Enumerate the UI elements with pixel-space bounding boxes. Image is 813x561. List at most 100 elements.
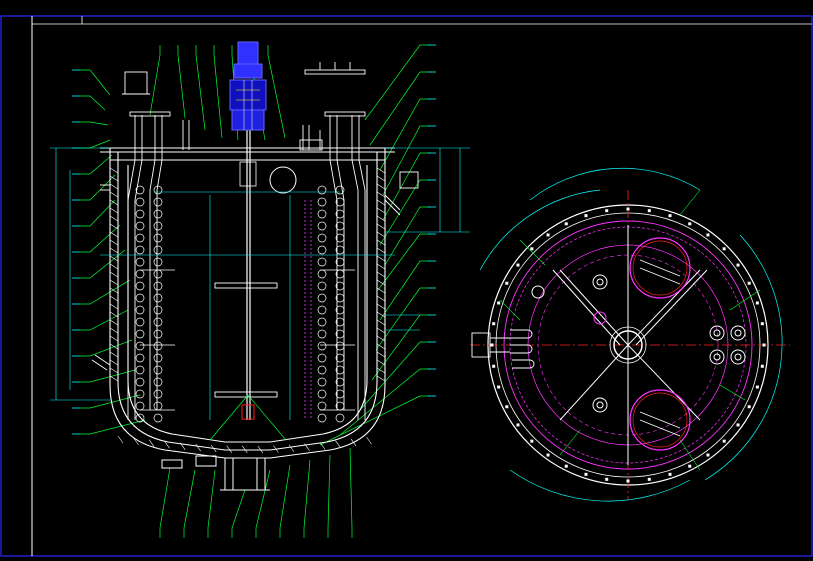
leader-line (499, 299, 521, 321)
coil-turn (153, 185, 163, 195)
leader-line (207, 469, 216, 538)
coil-turn (317, 305, 327, 315)
coil-turn (135, 257, 145, 267)
coil-turn (317, 185, 327, 195)
leader-line (729, 289, 761, 311)
leader-line (80, 154, 113, 175)
coil-turn (135, 341, 145, 351)
leader-line (384, 206, 430, 266)
coil-turn (153, 197, 163, 207)
bolt-hole (747, 405, 751, 409)
leader-line (159, 467, 171, 538)
coil-turn (135, 401, 145, 411)
leader-line (195, 45, 206, 131)
cad-drawing (0, 0, 813, 557)
front-section-view (50, 41, 470, 538)
bolt-hole (584, 214, 588, 218)
coil-turn (317, 245, 327, 255)
coil-turn (317, 257, 327, 267)
bolt-hole (647, 477, 651, 481)
coil-turn (135, 317, 145, 327)
bolt-hole (736, 263, 740, 267)
bolt-hole (497, 301, 501, 305)
coil-turn (135, 353, 145, 363)
bolt-hole (564, 222, 568, 226)
leader-line (80, 121, 109, 126)
bolt-hole (736, 423, 740, 427)
drawing-frame (0, 15, 813, 557)
bolt-hole (647, 209, 651, 213)
bolt-hole (530, 247, 534, 251)
bolt-hole (492, 322, 496, 326)
bolt-hole (505, 405, 509, 409)
coil-turn (317, 293, 327, 303)
bolt-hole (546, 233, 550, 237)
coil-turn (153, 341, 163, 351)
bolt-hole (626, 479, 630, 483)
bolt-hole (722, 247, 726, 251)
bolt-hole (564, 464, 568, 468)
leader-line (349, 447, 353, 538)
leader-line (177, 45, 186, 119)
bolt-hole (546, 453, 550, 457)
coil-turn (153, 269, 163, 279)
leader-line (80, 309, 129, 331)
coil-turn (135, 293, 145, 303)
coil-turn (153, 245, 163, 255)
coil-turn (317, 413, 327, 423)
leader-line (80, 279, 131, 305)
bolt-hole (760, 322, 764, 326)
leader-line (80, 95, 106, 111)
leader-line (267, 45, 286, 139)
leader-line (231, 489, 246, 538)
bolt-hole (626, 207, 630, 211)
coil-turn (153, 389, 163, 399)
coil-turn (135, 365, 145, 375)
coil-turn (317, 209, 327, 219)
coil-turn (135, 377, 145, 387)
dimension-lines (50, 147, 470, 420)
coil-turn (153, 413, 163, 423)
coil-turn (153, 353, 163, 363)
leader-line (303, 459, 311, 538)
coil-turn (135, 305, 145, 315)
leader-line (679, 189, 701, 216)
bolt-hole (505, 281, 509, 285)
bolt-hole (490, 343, 494, 347)
coil-turn (153, 233, 163, 243)
leader-line (80, 139, 111, 149)
coil-turn (317, 401, 327, 411)
manhole-icon (629, 237, 691, 451)
leader-line (80, 369, 136, 383)
coil-turn (317, 341, 327, 351)
leader-line (255, 469, 271, 538)
coil-turn (317, 197, 327, 207)
coil-turn (317, 365, 327, 375)
coil-turn (135, 209, 145, 219)
coil-turn (135, 197, 145, 207)
coil-turn (135, 221, 145, 231)
top-view (470, 167, 790, 502)
coil-turn (153, 293, 163, 303)
coil-turn (153, 317, 163, 327)
magenta-pipe (304, 200, 312, 420)
bolt-hole (762, 343, 766, 347)
coil-turn (153, 365, 163, 375)
nozzle-icon (91, 171, 419, 371)
leader-line (377, 233, 430, 291)
leader-line (379, 260, 430, 321)
coil-turn (317, 353, 327, 363)
coil-turn (317, 269, 327, 279)
coil-turn (153, 209, 163, 219)
bolt-hole (688, 464, 692, 468)
leader-line (80, 339, 133, 357)
leader-line (149, 45, 161, 116)
leader-line (279, 464, 291, 538)
bolt-hole (668, 472, 672, 476)
leader-line (80, 69, 111, 96)
coil-turn (135, 329, 145, 339)
coil-turn (153, 281, 163, 291)
coil-turn (135, 281, 145, 291)
motor-icon (229, 41, 267, 131)
coil-turn (135, 245, 145, 255)
